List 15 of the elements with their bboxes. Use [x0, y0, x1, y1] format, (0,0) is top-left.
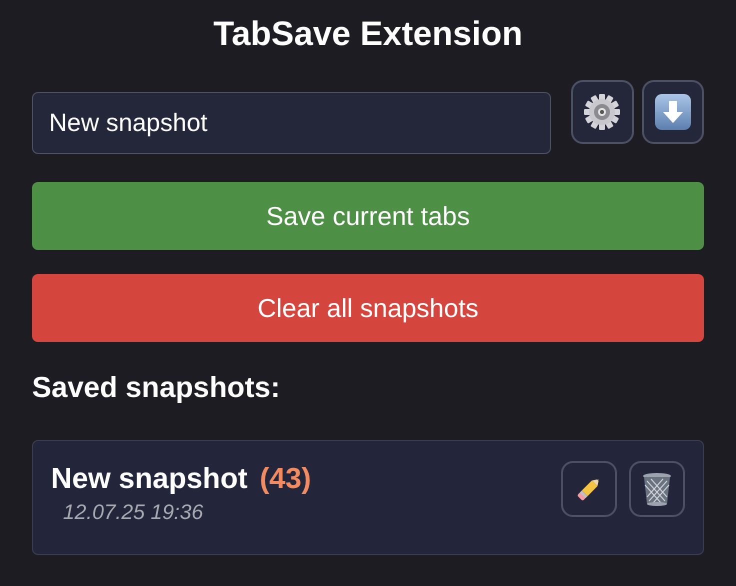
- settings-button[interactable]: [571, 80, 634, 144]
- save-tabs-button[interactable]: Save current tabs: [32, 182, 704, 250]
- tab-count: (43): [260, 462, 312, 497]
- delete-button[interactable]: [629, 461, 685, 517]
- trash-icon: [641, 471, 673, 507]
- clear-snapshots-button[interactable]: Clear all snapshots: [32, 274, 704, 342]
- app-title: TabSave Extension: [212, 14, 524, 55]
- edit-button[interactable]: [561, 461, 617, 517]
- download-icon: [652, 92, 693, 132]
- snapshot-date: 12.07.25 19:36: [63, 500, 204, 526]
- snapshot-name: New snapshot: [51, 462, 248, 497]
- snapshot-name-field[interactable]: New snapshot: [32, 92, 552, 154]
- settings-icon: [582, 92, 622, 132]
- download-button[interactable]: [642, 80, 704, 144]
- section-heading: Saved snapshots:: [32, 371, 282, 406]
